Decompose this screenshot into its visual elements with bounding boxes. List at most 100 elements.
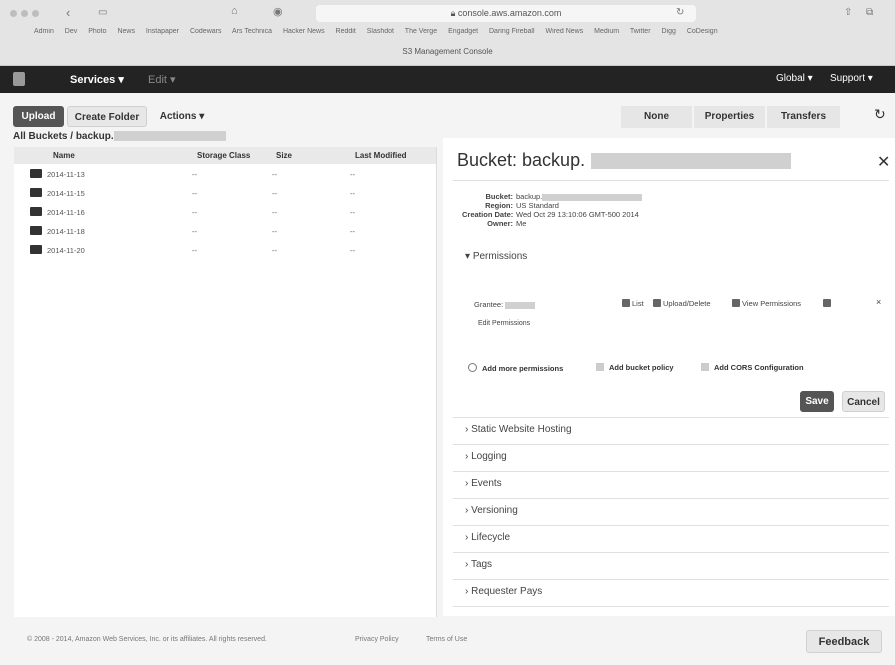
bookmark-hn[interactable]: Hacker News (283, 28, 325, 35)
divider (453, 579, 889, 580)
add-bucket-policy-button[interactable]: Add bucket policy (596, 363, 674, 372)
folder-name[interactable]: 2014-11-18 (47, 227, 85, 236)
remove-grantee-icon[interactable]: × (876, 297, 881, 307)
save-button[interactable]: Save (800, 391, 834, 412)
permission-edit-checkbox[interactable] (823, 299, 833, 308)
region-value: US Standard (516, 201, 559, 210)
versioning-section[interactable]: › Versioning (465, 505, 518, 516)
bookmark-digg[interactable]: Digg (661, 28, 675, 35)
bookmark-reddit[interactable]: Reddit (336, 28, 356, 35)
static-website-hosting-section[interactable]: › Static Website Hosting (465, 424, 572, 435)
minimize-window-icon[interactable] (21, 10, 28, 17)
upload-button[interactable]: Upload (13, 106, 64, 127)
bookmark-codewars[interactable]: Codewars (190, 28, 222, 35)
home-icon[interactable]: ⌂ (231, 5, 238, 17)
table-row[interactable]: 2014-11-13 -- -- -- (14, 164, 436, 183)
column-storage-class[interactable]: Storage Class (197, 151, 250, 160)
none-tab[interactable]: None (621, 106, 692, 128)
divider (453, 471, 889, 472)
permission-view[interactable]: View Permissions (732, 299, 801, 308)
folder-name[interactable]: 2014-11-13 (47, 170, 85, 179)
address-bar[interactable]: 🔒︎ console.aws.amazon.com (316, 5, 696, 22)
column-last-modified[interactable]: Last Modified (355, 151, 407, 160)
column-size[interactable]: Size (276, 151, 292, 160)
actions-menu[interactable]: Actions ▾ (152, 106, 212, 127)
table-row[interactable]: 2014-11-20 -- -- -- (14, 240, 436, 259)
detail-region: Region: US Standard (462, 201, 559, 210)
bookmark-instapaper[interactable]: Instapaper (146, 28, 179, 35)
bookmark-slashdot[interactable]: Slashdot (367, 28, 394, 35)
privacy-policy-link[interactable]: Privacy Policy (355, 636, 399, 643)
edit-menu[interactable]: Edit ▾ (148, 73, 176, 86)
back-icon[interactable]: ‹ (66, 5, 70, 20)
terms-of-use-link[interactable]: Terms of Use (426, 636, 467, 643)
close-icon[interactable]: ✕ (877, 152, 890, 172)
cancel-button[interactable]: Cancel (842, 391, 885, 412)
section-label: Lifecycle (471, 532, 511, 543)
support-menu[interactable]: Support ▾ (830, 73, 873, 84)
aws-logo-icon[interactable] (13, 72, 25, 86)
share-icon[interactable]: ⇧ (844, 7, 852, 18)
reload-icon[interactable]: ↻ (676, 7, 684, 18)
bookmark-codesign[interactable]: CoDesign (687, 28, 718, 35)
checkbox-checked-icon[interactable] (732, 299, 740, 307)
size: -- (272, 189, 277, 198)
add-more-permissions-label: Add more permissions (482, 364, 564, 373)
lifecycle-section[interactable]: › Lifecycle (465, 532, 510, 543)
column-name[interactable]: Name (53, 151, 75, 160)
bucket-label: Bucket: (485, 192, 513, 201)
checkbox-checked-icon[interactable] (622, 299, 630, 307)
section-label: Static Website Hosting (471, 424, 572, 435)
edit-label: Edit (148, 74, 167, 86)
permission-list[interactable]: List (622, 299, 644, 308)
folder-name[interactable]: 2014-11-16 (47, 208, 85, 217)
add-cors-button[interactable]: Add CORS Configuration (701, 363, 804, 372)
sidebar-icon[interactable]: ▭ (98, 7, 107, 18)
logging-section[interactable]: › Logging (465, 451, 507, 462)
requester-pays-section[interactable]: › Requester Pays (465, 586, 542, 597)
bookmark-photo[interactable]: Photo (88, 28, 106, 35)
close-window-icon[interactable] (10, 10, 17, 17)
permission-upload-delete[interactable]: Upload/Delete (653, 299, 711, 308)
services-label: Services (70, 74, 116, 86)
zoom-window-icon[interactable] (32, 10, 39, 17)
transfers-tab[interactable]: Transfers (767, 106, 840, 128)
redacted-bucket-name (113, 131, 226, 142)
bookmark-verge[interactable]: The Verge (405, 28, 437, 35)
bookmark-admin[interactable]: Admin (34, 28, 54, 35)
events-section[interactable]: › Events (465, 478, 502, 489)
tabs-icon[interactable]: ⧉ (866, 7, 873, 18)
redacted-bucket-name (542, 193, 643, 201)
refresh-icon[interactable]: ↻ (874, 106, 886, 123)
breadcrumb-bucket[interactable]: backup. (76, 131, 114, 142)
checkbox-checked-icon[interactable] (653, 299, 661, 307)
table-row[interactable]: 2014-11-16 -- -- -- (14, 202, 436, 221)
panel-title: Bucket: backup. (457, 150, 792, 171)
permissions-section-header[interactable]: ▾ Permissions (465, 251, 527, 262)
bookmark-dev[interactable]: Dev (65, 28, 77, 35)
table-row[interactable]: 2014-11-15 -- -- -- (14, 183, 436, 202)
bookmark-ars[interactable]: Ars Technica (232, 28, 272, 35)
bookmark-wired[interactable]: Wired News (545, 28, 583, 35)
bookmark-twitter[interactable]: Twitter (630, 28, 651, 35)
services-menu[interactable]: Services ▾ (70, 73, 124, 86)
folder-name[interactable]: 2014-11-15 (47, 189, 85, 198)
last-modified: -- (350, 208, 355, 217)
checkbox-checked-icon[interactable] (823, 299, 831, 307)
bookmark-news[interactable]: News (117, 28, 135, 35)
add-more-permissions-button[interactable]: Add more permissions (468, 363, 563, 373)
properties-tab[interactable]: Properties (694, 106, 765, 128)
feedback-button[interactable]: Feedback (806, 630, 882, 653)
table-row[interactable]: 2014-11-18 -- -- -- (14, 221, 436, 240)
tab-title[interactable]: S3 Management Console (0, 47, 895, 56)
divider (453, 417, 889, 418)
tags-section[interactable]: › Tags (465, 559, 492, 570)
breadcrumb-all-buckets[interactable]: All Buckets (13, 131, 67, 142)
folder-name[interactable]: 2014-11-20 (47, 246, 85, 255)
bookmark-engadget[interactable]: Engadget (448, 28, 478, 35)
create-folder-button[interactable]: Create Folder (67, 106, 147, 127)
bookmark-daring[interactable]: Daring Fireball (489, 28, 535, 35)
bookmark-medium[interactable]: Medium (594, 28, 619, 35)
history-icon[interactable]: ◉ (273, 5, 283, 18)
region-menu[interactable]: Global ▾ (776, 73, 813, 84)
